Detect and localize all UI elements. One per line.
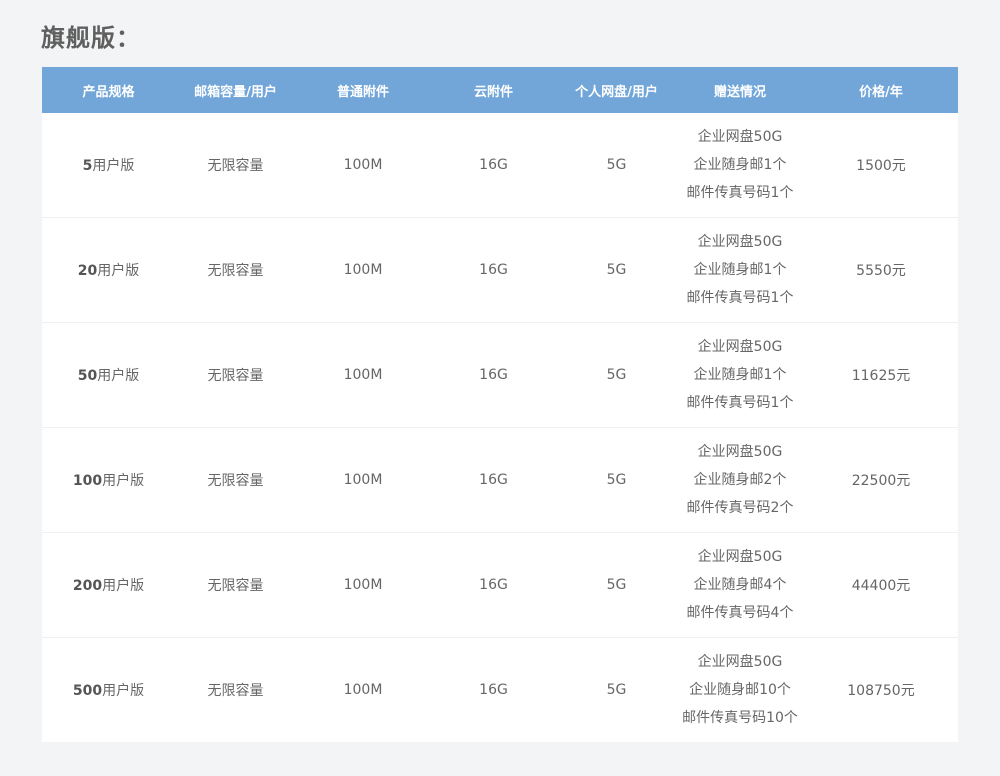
gift-fax-number: 邮件传真号码1个	[686, 290, 794, 306]
attachment-cell: 100M	[343, 157, 383, 173]
header-gifts: 赠送情况	[713, 84, 766, 100]
price-cell: 11625元	[851, 368, 911, 384]
gift-fax-number: 邮件传真号码1个	[686, 395, 794, 411]
header-cloud-attachment: 云附件	[473, 84, 513, 100]
user-count: 20	[77, 263, 98, 279]
gift-fax-number: 邮件传真号码1个	[686, 185, 794, 201]
spec-suffix: 用户版	[97, 368, 140, 384]
spec-suffix: 用户版	[97, 263, 140, 279]
capacity-cell: 无限容量	[207, 368, 264, 384]
capacity-cell: 无限容量	[207, 578, 264, 594]
price-cell: 22500元	[851, 473, 911, 489]
user-count: 50	[77, 368, 98, 384]
spec-cell: 20用户版	[42, 260, 175, 280]
user-count: 5	[82, 158, 93, 174]
cloud-attachment-cell: 16G	[479, 367, 508, 383]
price-cell: 1500元	[856, 158, 906, 174]
spec-suffix: 用户版	[92, 158, 135, 174]
capacity-cell: 无限容量	[207, 158, 264, 174]
personal-disk-cell: 5G	[606, 157, 627, 173]
gift-mobile-mail: 企业随身邮1个	[693, 157, 787, 173]
gift-mobile-mail: 企业随身邮4个	[693, 577, 787, 593]
header-mailbox-capacity: 邮箱容量/用户	[194, 84, 277, 100]
cloud-attachment-cell: 16G	[479, 157, 508, 173]
spec-suffix: 用户版	[102, 578, 145, 594]
pricing-table: 产品规格 邮箱容量/用户 普通附件 云附件 个人网盘/用户 赠送情况 价格/年 …	[42, 67, 958, 742]
gifts-cell: 企业网盘50G 企业随身邮10个 邮件传真号码10个	[676, 648, 804, 732]
spec-cell: 100用户版	[42, 470, 175, 490]
personal-disk-cell: 5G	[606, 472, 627, 488]
gift-mobile-mail: 企业随身邮10个	[689, 682, 791, 698]
personal-disk-cell: 5G	[606, 367, 627, 383]
capacity-cell: 无限容量	[207, 473, 264, 489]
gift-netdisk: 企业网盘50G	[697, 129, 783, 145]
personal-disk-cell: 5G	[606, 682, 627, 698]
gift-fax-number: 邮件传真号码2个	[686, 500, 794, 516]
spec-cell: 500用户版	[42, 680, 175, 700]
price-cell: 5550元	[856, 263, 906, 279]
gift-mobile-mail: 企业随身邮2个	[693, 472, 787, 488]
header-spec: 产品规格	[82, 84, 135, 100]
page-title: 旗舰版：	[41, 24, 141, 52]
spec-cell: 50用户版	[42, 365, 175, 385]
spec-suffix: 用户版	[102, 683, 145, 699]
cloud-attachment-cell: 16G	[479, 577, 508, 593]
gift-netdisk: 企业网盘50G	[697, 339, 783, 355]
attachment-cell: 100M	[343, 472, 383, 488]
attachment-cell: 100M	[343, 262, 383, 278]
gift-fax-number: 邮件传真号码10个	[682, 710, 798, 726]
gift-netdisk: 企业网盘50G	[697, 444, 783, 460]
price-cell: 108750元	[847, 683, 915, 699]
table-row: 50用户版 无限容量 100M 16G 5G 企业网盘50G 企业随身邮1个 邮…	[42, 323, 958, 428]
price-cell: 44400元	[851, 578, 911, 594]
cloud-attachment-cell: 16G	[479, 262, 508, 278]
gift-netdisk: 企业网盘50G	[697, 654, 783, 670]
spec-suffix: 用户版	[102, 473, 145, 489]
user-count: 200	[72, 578, 103, 594]
attachment-cell: 100M	[343, 682, 383, 698]
capacity-cell: 无限容量	[207, 683, 264, 699]
gift-netdisk: 企业网盘50G	[697, 549, 783, 565]
table-row: 200用户版 无限容量 100M 16G 5G 企业网盘50G 企业随身邮4个 …	[42, 533, 958, 638]
header-price: 价格/年	[859, 84, 903, 100]
attachment-cell: 100M	[343, 577, 383, 593]
gifts-cell: 企业网盘50G 企业随身邮4个 邮件传真号码4个	[676, 543, 804, 627]
user-count: 100	[72, 473, 103, 489]
gift-fax-number: 邮件传真号码4个	[686, 605, 794, 621]
gifts-cell: 企业网盘50G 企业随身邮1个 邮件传真号码1个	[676, 123, 804, 207]
cloud-attachment-cell: 16G	[479, 472, 508, 488]
personal-disk-cell: 5G	[606, 577, 627, 593]
gift-mobile-mail: 企业随身邮1个	[693, 262, 787, 278]
table-row: 5用户版 无限容量 100M 16G 5G 企业网盘50G 企业随身邮1个 邮件…	[42, 113, 958, 218]
gift-netdisk: 企业网盘50G	[697, 234, 783, 250]
personal-disk-cell: 5G	[606, 262, 627, 278]
table-row: 100用户版 无限容量 100M 16G 5G 企业网盘50G 企业随身邮2个 …	[42, 428, 958, 533]
header-attachment: 普通附件	[336, 84, 389, 100]
cloud-attachment-cell: 16G	[479, 682, 508, 698]
gifts-cell: 企业网盘50G 企业随身邮1个 邮件传真号码1个	[676, 333, 804, 417]
gift-mobile-mail: 企业随身邮1个	[693, 367, 787, 383]
header-personal-disk: 个人网盘/用户	[575, 84, 658, 100]
table-row: 500用户版 无限容量 100M 16G 5G 企业网盘50G 企业随身邮10个…	[42, 638, 958, 742]
table-row: 20用户版 无限容量 100M 16G 5G 企业网盘50G 企业随身邮1个 邮…	[42, 218, 958, 323]
table-header-row: 产品规格 邮箱容量/用户 普通附件 云附件 个人网盘/用户 赠送情况 价格/年	[42, 67, 958, 113]
spec-cell: 5用户版	[42, 155, 175, 175]
gifts-cell: 企业网盘50G 企业随身邮2个 邮件传真号码2个	[676, 438, 804, 522]
gifts-cell: 企业网盘50G 企业随身邮1个 邮件传真号码1个	[676, 228, 804, 312]
spec-cell: 200用户版	[42, 575, 175, 595]
attachment-cell: 100M	[343, 367, 383, 383]
capacity-cell: 无限容量	[207, 263, 264, 279]
user-count: 500	[72, 683, 103, 699]
